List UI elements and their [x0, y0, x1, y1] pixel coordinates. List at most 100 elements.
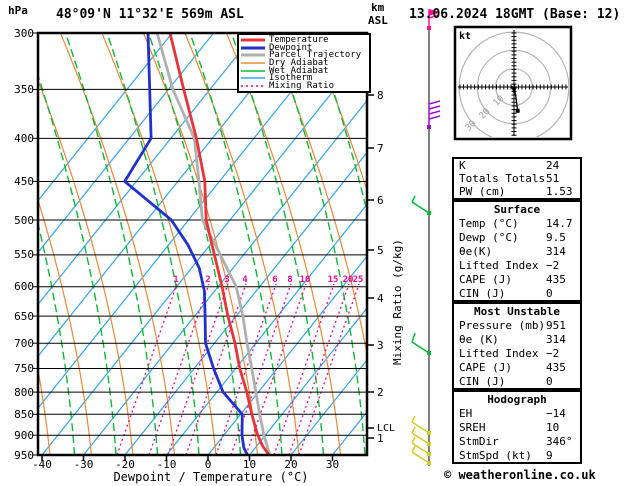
pressure-tick-label: 350 — [14, 82, 34, 96]
panel-row-label: CAPE (J) — [459, 361, 512, 374]
panel-row-value: 51 — [546, 172, 560, 185]
pressure-tick-label: 600 — [14, 280, 34, 294]
pressure-tick-label: 950 — [14, 448, 34, 462]
km-tick-label: 2 — [377, 385, 384, 399]
pressure-tick-label: 450 — [14, 174, 34, 188]
panel-row-value: 346° — [546, 435, 573, 448]
station-title: 48°09'N 11°32'E 569m ASL — [56, 7, 244, 22]
height-unit-km: km — [371, 1, 385, 14]
temp-tick-label: 20 — [284, 458, 298, 471]
panel-row: SREH 10 — [454, 420, 580, 434]
pressure-tick-label: 700 — [14, 336, 34, 350]
panel-row-value: 24 — [546, 159, 560, 172]
km-tick-label: 5 — [377, 243, 384, 257]
panel-row: StmDir 346° — [454, 434, 580, 448]
pressure-tick-label: 850 — [14, 407, 34, 421]
panel-row-value: 951 — [546, 319, 566, 332]
mixing-ratio-value-label: 8 — [287, 275, 293, 285]
legend-line-sample — [241, 53, 265, 57]
panel-row: Dewp (°C) 9.5 — [454, 230, 580, 244]
mixing-ratio-value-label: 4 — [242, 275, 248, 285]
mixing-ratio-line — [167, 283, 229, 455]
panel-row-label: θe (K) — [459, 333, 499, 346]
pressure-tick-label: 800 — [14, 385, 34, 399]
panel-row-label: StmSpd (kt) — [459, 449, 532, 462]
km-tick-label: 6 — [377, 193, 384, 207]
panel-surface-title: Surface — [493, 203, 541, 216]
pressure-tick-label: 650 — [14, 309, 34, 323]
panel-hodograph: Hodograph EH −14 SREH 10 StmDir 346° StmSpd (k… — [452, 390, 582, 464]
mixing-ratio-value-label: 3 — [224, 275, 230, 285]
panel-row-value: 10 — [546, 421, 560, 434]
mixing-ratio-value-label: 25 — [352, 275, 364, 285]
pressure-tick-label: 300 — [14, 26, 34, 40]
panel-row-value: −2 — [546, 347, 560, 360]
legend-line-sample — [241, 38, 265, 42]
panel-row-label: Totals Totals — [459, 172, 546, 185]
panel-row-label: Lifted Index — [459, 347, 539, 360]
mixing-ratio-value-label: 2 — [205, 275, 211, 285]
mixing-ratio-value-label: 6 — [272, 275, 278, 285]
mixing-ratio-line — [215, 283, 277, 455]
panel-row-label: Pressure (mb) — [459, 319, 546, 332]
storm-motion-dot — [515, 108, 520, 113]
pressure-tick-label: 900 — [14, 428, 34, 442]
legend-item: Mixing Ratio — [241, 81, 369, 90]
datetime-title: 13.06.2024 18GMT (Base: 12) — [409, 7, 621, 22]
panel-surface: Surface Temp (°C) 14.7 Dewp (°C) 9.5 θe(K) 31… — [452, 200, 582, 302]
panel-row: Pressure (mb) 951 — [454, 318, 580, 332]
panel-row-value: 9 — [546, 449, 553, 462]
temp-tick-label: 0 — [204, 458, 212, 471]
panel-row-label: Temp (°C) — [459, 217, 519, 230]
mixing-ratio-value-label: 10 — [299, 275, 311, 285]
panel-row-value: −2 — [546, 259, 560, 272]
panel-row: Lifted Index −2 — [454, 346, 580, 360]
panel-row: Temp (°C) 14.7 — [454, 216, 580, 230]
mixing-ratio-line — [185, 283, 247, 455]
pressure-tick-label: 550 — [14, 248, 34, 262]
panel-row-label: CIN (J) — [459, 287, 506, 300]
legend-line-sample — [241, 69, 265, 72]
temp-tick-label: -20 — [115, 458, 135, 471]
hodograph-unit-label: kt — [459, 31, 472, 42]
mixing-ratio-line — [288, 283, 350, 455]
panel-row-value: 14.7 — [546, 217, 573, 230]
panel-most-unstable: Most Unstable Pressure (mb) 951 θe (K) 314 L… — [452, 302, 582, 390]
panel-row: CAPE (J) 435 — [454, 272, 580, 286]
mixing-ratio-value-label: 1 — [173, 275, 179, 285]
panel-row-value: 0 — [546, 287, 553, 300]
pressure-tick-label: 750 — [14, 361, 34, 375]
legend-line-sample — [241, 62, 265, 64]
temp-tick-label: 10 — [242, 458, 257, 471]
panel-row: Totals Totals 51 — [454, 172, 580, 185]
height-unit-asl: ASL — [368, 14, 388, 27]
km-tick-label: 7 — [377, 141, 384, 155]
mixing-ratio-line — [116, 283, 178, 455]
km-tick-label: 3 — [377, 338, 384, 352]
x-axis-label: Dewpoint / Temperature (°C) — [113, 470, 309, 484]
panel-row: StmSpd (kt) 9 — [454, 448, 580, 462]
temp-tick-label: -30 — [73, 458, 94, 471]
panel-row-label: EH — [459, 407, 473, 420]
temp-tick-label: -40 — [32, 458, 52, 471]
panel-row-label: Dewp (°C) — [459, 231, 519, 244]
panel-row-value: 0 — [546, 375, 553, 388]
panel-row: CIN (J) 0 — [454, 286, 580, 300]
legend-line-sample — [241, 85, 265, 87]
legend-line-sample — [241, 46, 265, 50]
panel-row-value: 9.5 — [546, 231, 566, 244]
panel-row-label: CIN (J) — [459, 375, 506, 388]
panel-row: PW (cm) 1.53 — [454, 185, 580, 198]
panel-row: Lifted Index −2 — [454, 258, 580, 272]
panel-hodograph-title: Hodograph — [487, 393, 547, 406]
mixing-ratio-value-label: 15 — [327, 275, 339, 285]
panel-row-label: Lifted Index — [459, 259, 539, 272]
copyright: © weatheronline.co.uk — [444, 468, 596, 482]
pressure-unit-label: hPa — [8, 4, 28, 17]
legend: Temperature Dewpoint Parcel Trajectory Dry … — [237, 33, 371, 93]
legend-line-sample — [241, 77, 265, 80]
mixing-ratio-line — [298, 283, 360, 455]
panel-row: θe(K) 314 — [454, 244, 580, 258]
panel-row-label: CAPE (J) — [459, 273, 512, 286]
panel-row-label: SREH — [459, 421, 486, 434]
